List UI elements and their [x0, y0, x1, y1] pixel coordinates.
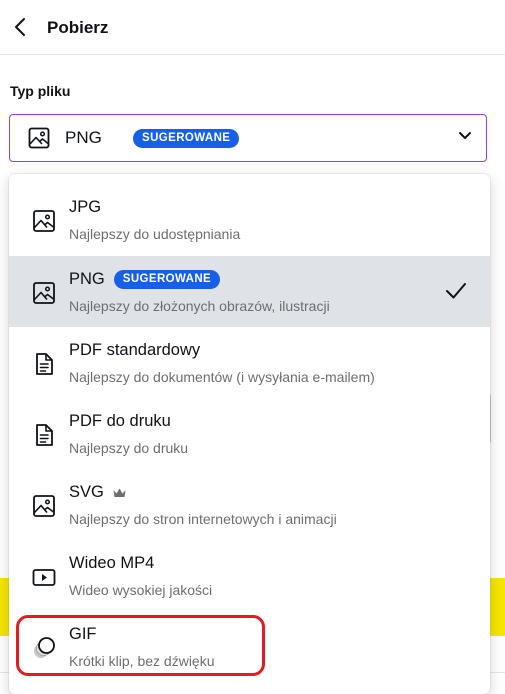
option-title: JPG — [69, 198, 102, 216]
option-mp4[interactable]: Wideo MP4 Wideo wysokiej jakości — [9, 540, 490, 611]
option-png[interactable]: PNG SUGEROWANE Najlepszy do złożonych ob… — [9, 256, 490, 327]
option-jpg[interactable]: JPG Najlepszy do udostępniania — [9, 184, 490, 255]
option-description: Krótki klip, bez dźwięku — [69, 653, 215, 669]
option-description: Najlepszy do dokumentów (i wysyłania e-m… — [69, 369, 375, 385]
back-button[interactable] — [8, 14, 32, 40]
video-icon — [32, 569, 56, 586]
option-description: Najlepszy do druku — [69, 440, 189, 456]
option-title: PDF standardowy — [69, 341, 201, 359]
option-title: PDF do druku — [69, 412, 171, 430]
document-icon — [36, 353, 53, 375]
file-type-dropdown: JPG Najlepszy do udostępniania PNG SUGER… — [9, 174, 490, 694]
option-description: Wideo wysokiej jakości — [69, 582, 213, 598]
option-description: Najlepszy do udostępniania — [69, 226, 241, 242]
suggested-badge: SUGEROWANE — [113, 270, 221, 289]
image-icon — [33, 282, 55, 304]
file-type-select[interactable]: PNG SUGEROWANE — [9, 114, 487, 162]
page-title: Pobierz — [47, 18, 109, 37]
option-title: SVG — [69, 483, 127, 502]
header-bar: Pobierz — [0, 0, 505, 55]
image-icon — [33, 210, 55, 232]
gif-icon — [34, 637, 55, 658]
suggested-badge: SUGEROWANE — [133, 129, 240, 148]
option-pdf-standard[interactable]: PDF standardowy Najlepszy do dokumentów … — [9, 327, 490, 398]
checkmark-icon — [446, 283, 466, 299]
background-button-edge-right — [489, 578, 505, 636]
option-gif[interactable]: GIF Krótki klip, bez dźwięku — [9, 611, 490, 682]
document-icon — [36, 424, 53, 446]
chevron-left-icon — [15, 18, 25, 36]
option-description: Najlepszy do złożonych obrazów, ilustrac… — [69, 298, 330, 314]
crown-icon — [113, 488, 126, 497]
image-icon — [33, 495, 55, 517]
option-title: PNG SUGEROWANE — [69, 270, 221, 289]
option-title: Wideo MP4 — [69, 554, 155, 572]
file-type-label: Typ pliku — [10, 83, 71, 99]
option-title: GIF — [69, 625, 97, 643]
option-svg[interactable]: SVG Najlepszy do stron internetowych i a… — [9, 469, 490, 540]
chevron-down-icon — [459, 132, 471, 139]
option-pdf-print[interactable]: PDF do druku Najlepszy do druku — [9, 398, 490, 469]
image-icon — [28, 127, 50, 149]
option-description: Najlepszy do stron internetowych i anima… — [69, 511, 337, 527]
selected-format: PNG — [65, 128, 102, 147]
